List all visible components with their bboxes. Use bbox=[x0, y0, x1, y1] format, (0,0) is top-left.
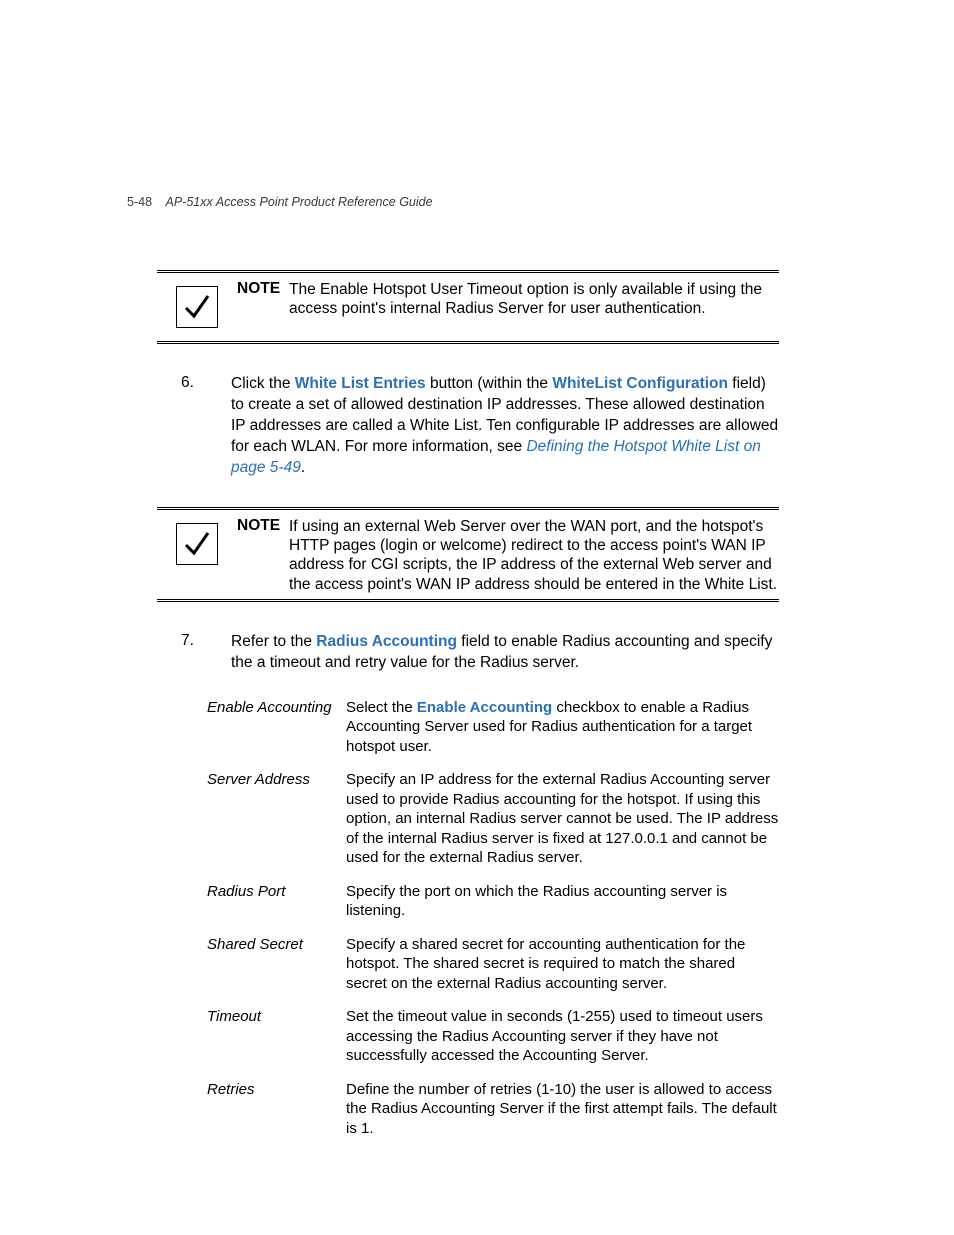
text: Select the bbox=[346, 699, 417, 716]
def-desc: Set the timeout value in seconds (1-255)… bbox=[346, 1007, 779, 1066]
def-row-timeout: Timeout Set the timeout value in seconds… bbox=[207, 1007, 779, 1066]
whitelist-configuration-link[interactable]: WhiteList Configuration bbox=[552, 375, 728, 392]
note-block-2: NOTE If using an external Web Server ove… bbox=[157, 507, 779, 603]
step-7: 7. Refer to the Radius Accounting field … bbox=[157, 632, 779, 674]
page-number: 5-48 bbox=[127, 195, 152, 209]
def-term: Server Address bbox=[207, 770, 346, 790]
def-row-shared-secret: Shared Secret Specify a shared secret fo… bbox=[207, 935, 779, 994]
note-body: The Enable Hotspot User Timeout option i… bbox=[289, 278, 779, 319]
note-label: NOTE bbox=[237, 278, 289, 319]
note-body: If using an external Web Server over the… bbox=[289, 515, 779, 595]
note-icon-wrap bbox=[157, 515, 237, 573]
enable-accounting-field[interactable]: Enable Accounting bbox=[417, 699, 552, 716]
header-title: AP-51xx Access Point Product Reference G… bbox=[166, 195, 433, 209]
def-row-enable-accounting: Enable Accounting Select the Enable Acco… bbox=[207, 698, 779, 757]
def-term: Timeout bbox=[207, 1007, 346, 1027]
step-6: 6. Click the White List Entries button (… bbox=[157, 374, 779, 479]
def-desc: Specify an IP address for the external R… bbox=[346, 770, 779, 868]
def-term: Shared Secret bbox=[207, 935, 346, 955]
white-list-entries-link[interactable]: White List Entries bbox=[295, 375, 426, 392]
def-desc: Specify a shared secret for accounting a… bbox=[346, 935, 779, 994]
page-header: 5-48 AP-51xx Access Point Product Refere… bbox=[127, 195, 433, 209]
def-desc: Select the Enable Accounting checkbox to… bbox=[346, 698, 779, 757]
text: Refer to the bbox=[231, 633, 316, 650]
def-term: Radius Port bbox=[207, 882, 346, 902]
definition-list: Enable Accounting Select the Enable Acco… bbox=[207, 698, 779, 1139]
def-desc: Define the number of retries (1-10) the … bbox=[346, 1080, 779, 1139]
radius-accounting-link[interactable]: Radius Accounting bbox=[316, 633, 457, 650]
step-number: 6. bbox=[157, 374, 231, 479]
text: . bbox=[301, 459, 305, 476]
checkmark-icon bbox=[176, 523, 218, 565]
note-icon-wrap bbox=[157, 278, 237, 336]
text: Click the bbox=[231, 375, 295, 392]
step-body: Click the White List Entries button (wit… bbox=[231, 374, 779, 479]
note-block-1: NOTE The Enable Hotspot User Timeout opt… bbox=[157, 270, 779, 344]
note-label: NOTE bbox=[237, 515, 289, 595]
def-desc: Specify the port on which the Radius acc… bbox=[346, 882, 779, 921]
text: button (within the bbox=[426, 375, 553, 392]
checkmark-icon bbox=[176, 286, 218, 328]
step-number: 7. bbox=[157, 632, 231, 674]
def-term: Retries bbox=[207, 1080, 346, 1100]
def-row-retries: Retries Define the number of retries (1-… bbox=[207, 1080, 779, 1139]
def-row-server-address: Server Address Specify an IP address for… bbox=[207, 770, 779, 868]
def-row-radius-port: Radius Port Specify the port on which th… bbox=[207, 882, 779, 921]
def-term: Enable Accounting bbox=[207, 698, 346, 718]
step-body: Refer to the Radius Accounting field to … bbox=[231, 632, 779, 674]
